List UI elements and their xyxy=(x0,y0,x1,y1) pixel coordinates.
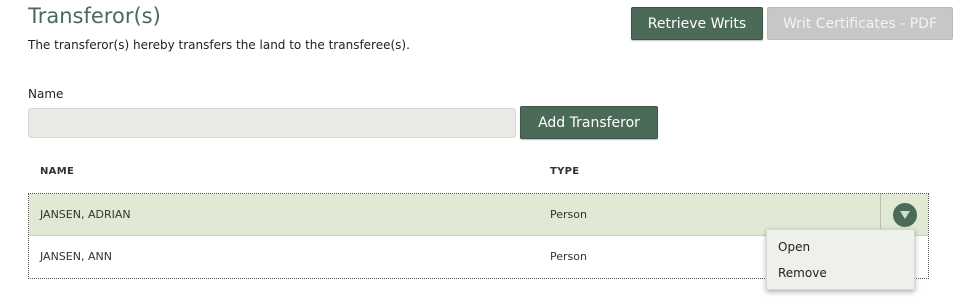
menu-item-remove[interactable]: Remove xyxy=(778,266,827,280)
name-input[interactable] xyxy=(28,108,516,138)
menu-item-open[interactable]: Open xyxy=(778,240,810,254)
row-type-cell: Person xyxy=(550,250,587,263)
row-type-cell: Person xyxy=(550,208,587,221)
retrieve-writs-button[interactable]: Retrieve Writs xyxy=(631,7,763,40)
page-title: Transferor(s) xyxy=(28,4,161,28)
row-name-cell: JANSEN, ANN xyxy=(40,250,112,263)
row-actions-menu: Open Remove xyxy=(766,229,915,290)
add-transferor-button[interactable]: Add Transferor xyxy=(520,106,658,139)
writ-certificates-pdf-button[interactable]: Writ Certificates - PDF xyxy=(767,7,953,40)
transferors-panel: Transferor(s) The transferor(s) hereby t… xyxy=(0,0,959,301)
chevron-down-icon xyxy=(892,203,917,227)
page-subtitle: The transferor(s) hereby transfers the l… xyxy=(28,38,410,52)
name-field-label: Name xyxy=(28,87,64,101)
row-name-cell: JANSEN, ADRIAN xyxy=(40,208,131,221)
column-header-type[interactable]: TYPE xyxy=(550,166,579,177)
column-header-name[interactable]: NAME xyxy=(40,166,74,177)
